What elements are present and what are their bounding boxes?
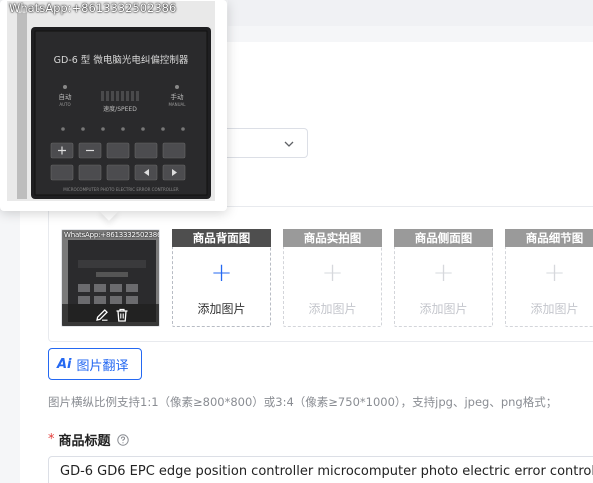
product-title-input[interactable]: GD-6 GD6 EPC edge position controller mi…	[48, 456, 593, 483]
device-footer-text: MICROCOMPUTER PHOTO ELECTRIC ERROR CONTR…	[63, 187, 179, 192]
slot-add-text: 添加图片	[197, 302, 246, 316]
upload-slot-detail-image[interactable]: 商品细节图 + 添加图片	[505, 229, 593, 327]
category-select[interactable]	[222, 128, 308, 158]
slot-header: 商品细节图	[505, 229, 593, 247]
plus-icon: +	[210, 258, 233, 288]
controller-preview-image: GD-6 型 微电脑光电纠偏控制器 自动 AUTO 手动 MANUAL 速度/S…	[7, 1, 215, 201]
upload-slot-side-image[interactable]: 商品侧面图 + 添加图片	[394, 229, 493, 327]
slot-add-text: 添加图片	[308, 302, 357, 316]
device-manual-label: 手动	[171, 92, 185, 101]
device-auto-label: 自动	[59, 92, 73, 101]
chevron-down-icon	[284, 141, 294, 147]
ai-icon: Ai	[57, 356, 72, 372]
plus-icon: +	[432, 258, 455, 288]
slot-add-text: 添加图片	[530, 302, 579, 316]
help-icon[interactable]	[116, 433, 129, 446]
thumbnail-watermark: WhatsApp:+8613332502386	[64, 231, 160, 239]
upload-slot-back-image[interactable]: 商品背面图 + 添加图片	[172, 229, 271, 327]
product-title-label-text: 商品标题	[58, 434, 111, 449]
image-format-hint: 图片横纵比例支持1:1（像素≥800*800）或3:4（像素≥750*1000）…	[48, 395, 558, 409]
plus-icon: +	[321, 258, 344, 288]
required-mark: *	[48, 432, 55, 447]
thumbnail-action-bar	[62, 304, 159, 326]
device-auto-sub: AUTO	[59, 102, 70, 107]
device-manual-sub: MANUAL	[168, 102, 186, 107]
trash-icon[interactable]	[114, 307, 130, 323]
device-speed-label: 速度/SPEED	[103, 105, 137, 113]
plus-icon: +	[543, 258, 566, 288]
slot-header: 商品实拍图	[283, 229, 382, 247]
edit-icon[interactable]	[94, 307, 110, 323]
image-translate-button[interactable]: Ai 图片翻译	[48, 348, 142, 380]
device-model-text: GD-6 型 微电脑光电纠偏控制器	[54, 54, 189, 66]
upload-slot-real-photo[interactable]: 商品实拍图 + 添加图片	[283, 229, 382, 327]
preview-image: GD-6 型 微电脑光电纠偏控制器 自动 AUTO 手动 MANUAL 速度/S…	[7, 1, 215, 201]
image-preview-popover: GD-6 型 微电脑光电纠偏控制器 自动 AUTO 手动 MANUAL 速度/S…	[0, 0, 227, 211]
slot-add-text: 添加图片	[419, 302, 468, 316]
slot-header: 商品侧面图	[394, 229, 493, 247]
slot-header: 商品背面图	[172, 229, 271, 247]
product-title-label: * 商品标题	[48, 430, 129, 449]
main-image-thumbnail[interactable]: WhatsApp:+8613332502386	[61, 229, 160, 327]
preview-watermark: WhatsApp:+8613332502386	[9, 1, 177, 15]
image-translate-label: 图片翻译	[76, 358, 129, 374]
top-strip	[228, 0, 593, 26]
